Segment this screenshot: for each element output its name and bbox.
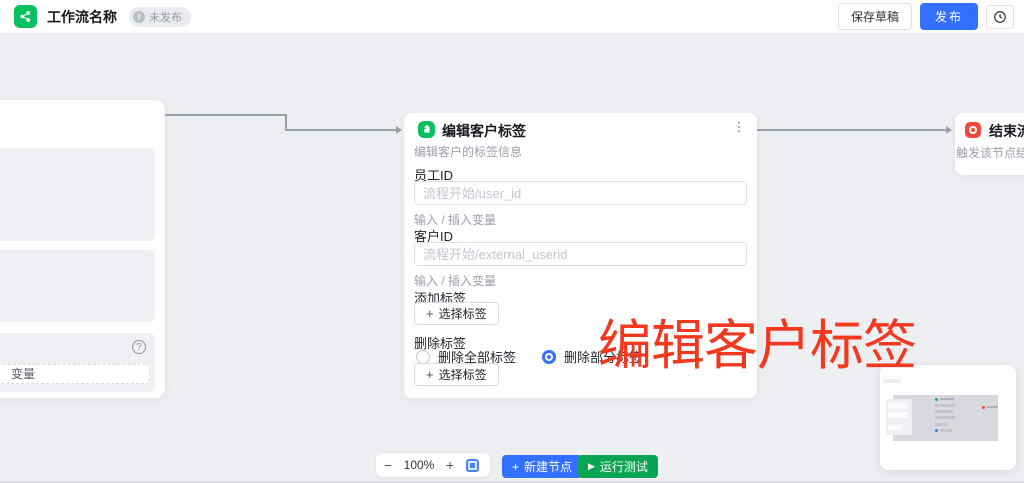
run-test-button[interactable]: ▶ 运行测试	[578, 455, 658, 478]
top-bar: 工作流名称 ! 未发布 保存草稿 发布	[0, 0, 1024, 34]
start-node-variable-input[interactable]: 变量	[0, 364, 150, 384]
zoom-level: 100%	[400, 458, 438, 472]
plus-icon: +	[426, 367, 434, 382]
clock-icon	[993, 10, 1007, 24]
radio-remove-partial[interactable]	[542, 350, 556, 364]
edge-segment	[285, 129, 397, 131]
node-title: 结束流程	[989, 121, 1024, 141]
customer-id-insert-variable-link[interactable]: 输入 / 插入变量	[414, 272, 496, 289]
question-icon[interactable]: ?	[132, 340, 146, 354]
exclamation-icon: !	[133, 11, 145, 23]
select-tag-button-label: 选择标签	[439, 305, 487, 322]
node-subtitle: 触发该节点结束	[956, 144, 1024, 161]
run-test-button-label: 运行测试	[600, 458, 648, 475]
edge-arrowhead-icon	[946, 126, 952, 134]
play-icon: ▶	[588, 461, 595, 472]
start-node-card[interactable]: 方式等 ? 变量	[0, 100, 165, 398]
workflow-title: 工作流名称	[47, 7, 117, 27]
status-badge-label: 未发布	[149, 9, 182, 25]
plus-icon: +	[512, 460, 519, 474]
edge-arrowhead-icon	[396, 126, 402, 134]
start-node-panel	[0, 148, 155, 241]
end-node-card[interactable]: 结束流程 触发该节点结束	[955, 113, 1024, 175]
node-title: 编辑客户标签	[442, 121, 526, 141]
app-logo-icon	[14, 5, 37, 28]
start-node-panel	[0, 250, 155, 322]
minimap-node-thumb	[982, 406, 998, 412]
zoom-out-button[interactable]: −	[376, 457, 400, 473]
stop-icon	[965, 122, 981, 138]
history-button[interactable]	[986, 5, 1014, 29]
edge-segment	[285, 114, 287, 130]
plus-icon: +	[426, 306, 434, 321]
minimap-node-thumb	[886, 399, 912, 435]
customer-id-input[interactable]	[414, 242, 747, 266]
zoom-in-button[interactable]: +	[438, 457, 462, 473]
publish-button[interactable]: 发布	[920, 3, 978, 30]
minimap[interactable]	[880, 365, 1016, 470]
start-node-panel: ? 变量	[0, 333, 155, 392]
new-node-button-label: 新建节点	[524, 458, 572, 475]
more-menu-icon[interactable]: ⋮	[731, 119, 747, 135]
status-badge: ! 未发布	[129, 7, 191, 27]
fit-view-icon[interactable]	[466, 459, 479, 472]
edge-segment	[165, 114, 286, 116]
new-node-button[interactable]: + 新建节点	[502, 455, 582, 478]
tag-icon	[418, 121, 435, 138]
select-tag-button-label: 选择标签	[439, 366, 487, 383]
top-bar-actions: 保存草稿 发布	[838, 3, 1014, 30]
add-select-tag-button[interactable]: + 选择标签	[414, 302, 499, 325]
edge-segment	[757, 129, 947, 131]
save-draft-button[interactable]: 保存草稿	[838, 3, 912, 30]
staff-id-input[interactable]	[414, 181, 747, 205]
radio-remove-all[interactable]	[416, 350, 430, 364]
zoom-control: − 100% +	[376, 453, 490, 477]
workflow-canvas[interactable]: 方式等 ? 变量 编辑客户标签 ⋮ 编辑客户的标签信息 员工ID 输入 / 插入…	[0, 34, 1024, 483]
node-subtitle: 编辑客户的标签信息	[414, 143, 522, 160]
remove-select-tag-button[interactable]: + 选择标签	[414, 363, 499, 386]
minimap-node-thumb	[935, 398, 959, 438]
watermark-annotation: 编辑客户标签	[598, 301, 916, 380]
